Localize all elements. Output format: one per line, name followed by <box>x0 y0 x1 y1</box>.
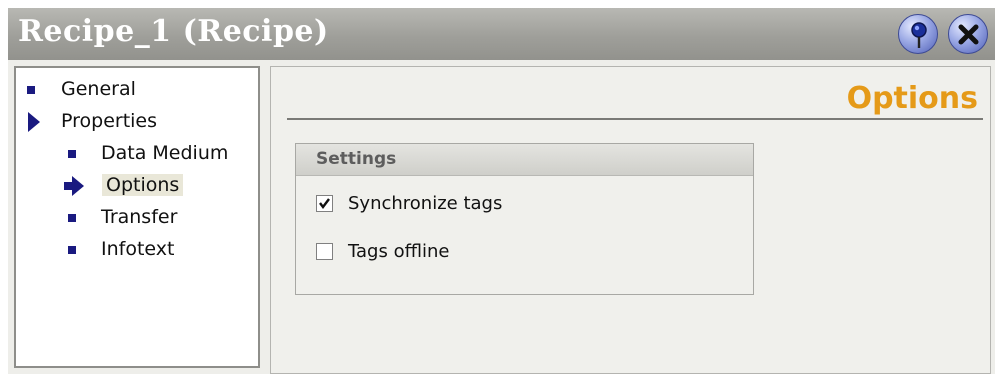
nav-item-options[interactable]: Options <box>16 172 256 200</box>
synchronize-tags-label: Synchronize tags <box>348 193 503 214</box>
tags-offline-checkbox[interactable] <box>316 243 333 260</box>
options-panel: Options Settings Synchronize tags Tags o… <box>270 66 991 374</box>
navigation-tree: General Properties Data Medium Options T… <box>14 66 260 368</box>
nav-item-transfer[interactable]: Transfer <box>16 204 256 232</box>
title-bar[interactable]: Recipe_1 (Recipe) <box>8 8 995 60</box>
nav-item-infotext[interactable]: Infotext <box>16 236 256 264</box>
nav-item-label: General <box>61 78 136 100</box>
settings-group: Settings Synchronize tags Tags offline <box>295 143 754 295</box>
nav-item-data-medium[interactable]: Data Medium <box>16 140 256 168</box>
heading-divider <box>287 118 983 120</box>
nav-item-general[interactable]: General <box>16 76 256 104</box>
close-icon <box>958 24 979 45</box>
window-title: Recipe_1 (Recipe) <box>18 14 329 49</box>
bullet-icon <box>27 86 35 94</box>
nav-item-label: Data Medium <box>101 142 229 164</box>
nav-item-properties[interactable]: Properties <box>16 108 256 136</box>
close-button[interactable] <box>948 14 988 54</box>
bullet-icon <box>68 214 76 222</box>
nav-item-label: Transfer <box>101 206 178 228</box>
tags-offline-label: Tags offline <box>348 241 450 262</box>
settings-group-header: Settings <box>296 144 753 176</box>
settings-group-title: Settings <box>316 149 397 169</box>
pin-icon <box>911 22 927 48</box>
synchronize-tags-checkbox[interactable] <box>316 195 333 212</box>
bullet-icon <box>68 150 76 158</box>
page-title: Options <box>846 81 978 116</box>
pin-button[interactable] <box>898 14 938 54</box>
nav-item-label: Options <box>102 174 184 196</box>
selected-arrow-icon <box>64 176 84 196</box>
nav-item-label: Infotext <box>101 238 175 260</box>
expanded-arrow-icon <box>28 112 40 132</box>
bullet-icon <box>68 246 76 254</box>
checkmark-icon <box>319 198 330 209</box>
nav-item-label: Properties <box>61 110 158 132</box>
recipe-window: Recipe_1 (Recipe) General Properties Dat… <box>8 8 995 374</box>
